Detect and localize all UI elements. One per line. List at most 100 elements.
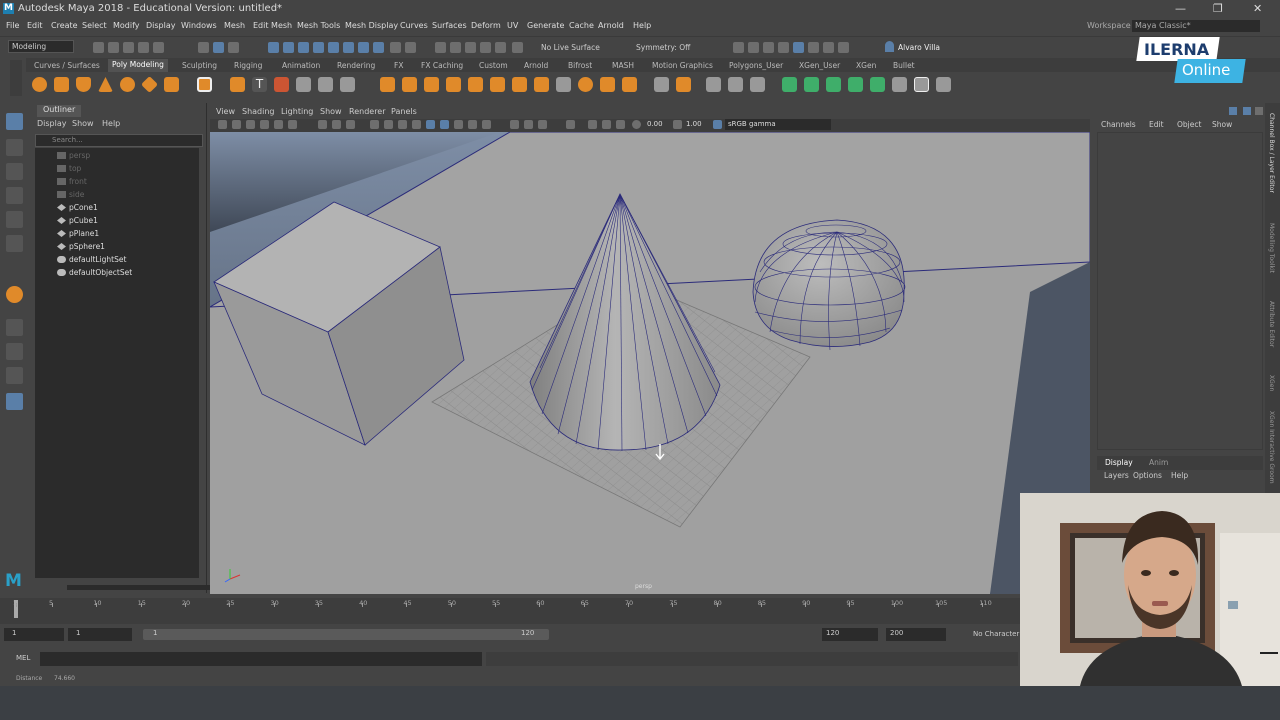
poke-icon[interactable] [622, 77, 637, 92]
poly-disc-icon[interactable] [164, 77, 179, 92]
menu-generate[interactable]: Generate [527, 21, 564, 30]
separate-icon[interactable] [318, 77, 333, 92]
menu-edit-mesh[interactable]: Edit Mesh [253, 21, 292, 30]
field-chart-icon[interactable] [384, 120, 393, 129]
film-gate-icon[interactable] [332, 120, 341, 129]
textured-icon[interactable] [454, 120, 463, 129]
select-object-icon[interactable] [213, 42, 224, 53]
side-tab-xgen[interactable]: XGen [1268, 375, 1275, 391]
tab-custom[interactable]: Custom [479, 61, 508, 70]
mel-input[interactable] [40, 652, 482, 666]
tab-arnold[interactable]: Arnold [524, 61, 548, 70]
viewport-menu-shading[interactable]: Shading [242, 107, 275, 116]
gate-mask-icon[interactable] [370, 120, 379, 129]
mode-dropdown[interactable]: Modeling [8, 40, 74, 53]
select-hierarchy-icon[interactable] [198, 42, 209, 53]
poly-cube-icon[interactable] [54, 77, 69, 92]
tab-rendering[interactable]: Rendering [337, 61, 375, 70]
lasso-icon[interactable] [512, 42, 523, 53]
menu-help[interactable]: Help [633, 21, 651, 30]
list-item[interactable]: pCone1 [69, 203, 98, 212]
channel-menu-channels[interactable]: Channels [1101, 120, 1136, 129]
close-icon[interactable]: ✕ [1253, 2, 1262, 15]
user-name[interactable]: Alvaro Villa [898, 43, 940, 52]
end-time-field[interactable]: 200 [886, 628, 946, 641]
outliner-title[interactable]: Outliner [37, 105, 82, 117]
bookmark-icon[interactable] [246, 120, 255, 129]
menu-uv[interactable]: UV [507, 21, 518, 30]
menu-mesh-display[interactable]: Mesh Display [345, 21, 398, 30]
center-pivot-icon[interactable] [804, 77, 819, 92]
append-icon[interactable] [490, 77, 505, 92]
bevel-icon[interactable] [468, 77, 483, 92]
last-tool-icon[interactable] [6, 286, 23, 303]
input-ops-icon[interactable] [435, 42, 446, 53]
isolate-select-icon[interactable] [566, 120, 575, 129]
combine-icon[interactable] [296, 77, 311, 92]
single-view-icon[interactable] [6, 319, 23, 336]
outliner-menu-show[interactable]: Show [72, 119, 94, 128]
menu-create[interactable]: Create [51, 21, 78, 30]
boolean-icon[interactable] [380, 77, 395, 92]
arnold-render-icon[interactable] [823, 42, 834, 53]
tab-curves-surfaces[interactable]: Curves / Surfaces [34, 61, 100, 70]
list-item[interactable]: defaultLightSet [69, 255, 126, 264]
tab-animation[interactable]: Animation [282, 61, 320, 70]
list-item[interactable]: top [69, 164, 81, 173]
menu-mesh-tools[interactable]: Mesh Tools [297, 21, 340, 30]
side-tab-xgen-groom[interactable]: XGen Interactive Groom [1268, 411, 1275, 484]
snap-curve-icon[interactable] [283, 42, 294, 53]
start-time-field[interactable]: 1 [4, 628, 64, 641]
fill-hole-icon[interactable] [512, 77, 527, 92]
wireframe-icon[interactable] [412, 120, 421, 129]
camera-select-icon[interactable] [218, 120, 227, 129]
side-tab-channel-box[interactable]: Channel Box / Layer Editor [1268, 113, 1275, 193]
align-icon[interactable] [936, 77, 951, 92]
viewport-menu-view[interactable]: View [216, 107, 235, 116]
menu-cache[interactable]: Cache [569, 21, 594, 30]
shadows-icon[interactable] [482, 120, 491, 129]
smooth-icon[interactable] [340, 77, 355, 92]
menu-mesh[interactable]: Mesh [224, 21, 245, 30]
render-settings-icon[interactable] [778, 42, 789, 53]
side-tab-attribute-editor[interactable]: Attribute Editor [1268, 301, 1275, 347]
tab-bullet[interactable]: Bullet [893, 61, 915, 70]
multi-cut-icon[interactable] [556, 77, 571, 92]
channel-layout-icon[interactable] [1255, 107, 1263, 115]
playback-end-field[interactable]: 120 [822, 628, 878, 641]
outliner-search-input[interactable]: Search... [35, 134, 203, 147]
restore-icon[interactable]: ❐ [1213, 2, 1223, 15]
list-item[interactable]: front [69, 177, 87, 186]
gamma-value[interactable]: 1.00 [686, 120, 702, 128]
uv-editor-icon[interactable] [706, 77, 721, 92]
character-set-dropdown[interactable]: No Character [973, 630, 1019, 638]
workspace-dropdown[interactable]: Maya Classic* [1132, 20, 1260, 32]
maya-home-icon[interactable]: M [5, 571, 22, 591]
list-item[interactable]: side [69, 190, 84, 199]
outliner-menu-help[interactable]: Help [102, 119, 120, 128]
four-view-icon[interactable] [6, 343, 23, 360]
tab-mash[interactable]: MASH [612, 61, 634, 70]
planar-map-icon[interactable] [728, 77, 743, 92]
list-item[interactable]: persp [69, 151, 90, 160]
snap-face-icon[interactable] [373, 42, 384, 53]
layer-menu-options[interactable]: Options [1133, 471, 1162, 480]
tab-anim[interactable]: Anim [1149, 458, 1168, 467]
time-slider[interactable]: 1 5 10 15 20 25 30 35 40 45 50 55 60 65 70 75 80 85 90 95 10… [0, 598, 1020, 624]
freeze-icon[interactable] [782, 77, 797, 92]
playback-start-field[interactable]: 1 [68, 628, 132, 641]
tab-xgen-user[interactable]: XGen_User [799, 61, 840, 70]
pause-icon[interactable] [838, 42, 849, 53]
side-by-side-icon[interactable] [6, 367, 23, 384]
output-ops-icon[interactable] [450, 42, 461, 53]
lock-icon[interactable] [390, 42, 401, 53]
side-tab-modelling-toolkit[interactable]: Modelling Toolkit [1268, 223, 1275, 273]
weld-icon[interactable] [534, 77, 549, 92]
select-component-icon[interactable] [228, 42, 239, 53]
tab-fx[interactable]: FX [394, 61, 403, 70]
target-weld-icon[interactable] [578, 77, 593, 92]
menu-modify[interactable]: Modify [113, 21, 140, 30]
viewport-menu-lighting[interactable]: Lighting [281, 107, 313, 116]
xray-icon[interactable] [588, 120, 597, 129]
platonic-icon[interactable] [197, 77, 212, 92]
